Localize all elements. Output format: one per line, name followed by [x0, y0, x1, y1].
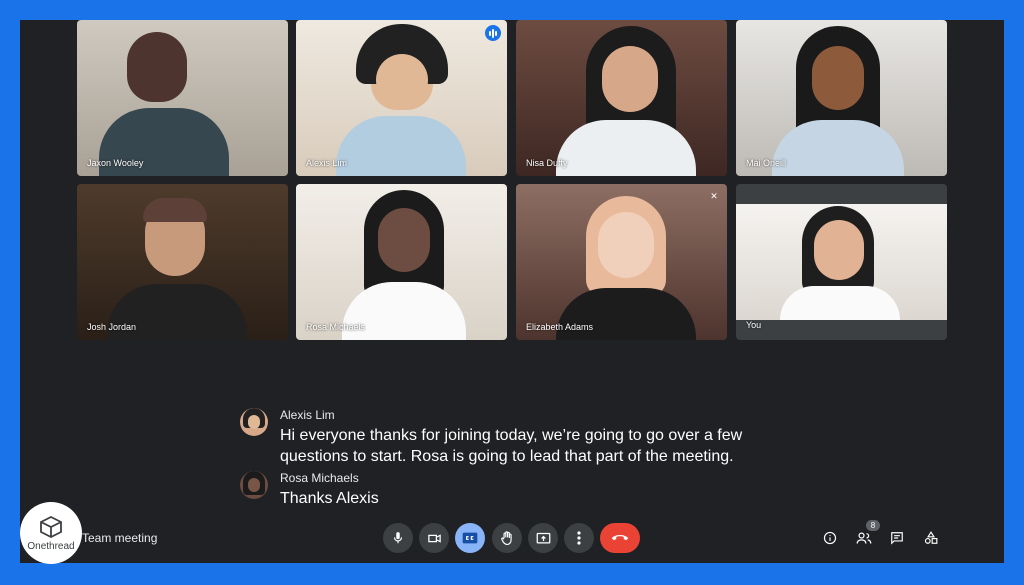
caption-speaker: Alexis Lim [280, 408, 335, 422]
end-call-icon [611, 535, 629, 541]
caption-speaker: Rosa Michaels [280, 471, 359, 485]
caption-content: Rosa Michaels Thanks Alexis [280, 471, 800, 509]
video-tile-self[interactable]: You [736, 184, 947, 340]
people-icon [856, 532, 872, 544]
meeting-title: Team meeting [82, 531, 158, 545]
captions-button[interactable] [455, 523, 485, 553]
caption-entry: Rosa Michaels Thanks Alexis [240, 471, 800, 509]
participant-name: Mai Oneill [746, 158, 787, 168]
participant-name: You [746, 320, 762, 330]
video-tile[interactable]: Rosa Michaels [296, 184, 507, 340]
caption-text: Thanks Alexis [280, 490, 379, 507]
microphone-button[interactable] [383, 523, 413, 553]
participant-name: Jaxon Wooley [87, 158, 144, 168]
chat-icon [891, 532, 903, 545]
caption-text: Hi everyone thanks for joining today, we… [280, 427, 743, 465]
video-tile[interactable]: ✕ Elizabeth Adams [516, 184, 727, 340]
avatar [240, 471, 268, 499]
participant-name: Josh Jordan [87, 322, 137, 332]
participant-face [814, 220, 864, 280]
camera-icon [427, 533, 441, 543]
speaking-indicator-icon [485, 25, 501, 41]
video-tile[interactable]: Jaxon Wooley [77, 20, 288, 176]
present-screen-button[interactable] [528, 523, 558, 553]
participant-hair [143, 198, 207, 222]
caption-entry: Alexis Lim Hi everyone thanks for joinin… [240, 408, 800, 467]
meeting-details-button[interactable] [819, 527, 841, 549]
raise-hand-button[interactable] [492, 523, 522, 553]
participant-face [378, 208, 430, 272]
meeting-screen: Jaxon Wooley Alexis Lim Nisa Duffy Mai O… [20, 20, 1004, 563]
closed-captions-icon [462, 532, 478, 544]
camera-button[interactable] [419, 523, 449, 553]
participant-face [598, 212, 654, 278]
participant-face [602, 46, 658, 112]
activities-icon [924, 531, 938, 544]
participant-name: Rosa Michaels [306, 322, 366, 332]
logo-cube-icon [40, 515, 62, 538]
people-count-badge: 8 [866, 520, 880, 531]
video-tile[interactable]: Josh Jordan [77, 184, 288, 340]
caption-content: Alexis Lim Hi everyone thanks for joinin… [280, 408, 800, 467]
avatar [240, 408, 268, 436]
chat-button[interactable] [886, 527, 908, 549]
participant-face [812, 46, 864, 110]
participant-body [556, 120, 696, 176]
microphone-icon [393, 532, 403, 544]
logo-text: Onethread [27, 540, 75, 552]
video-tile[interactable]: Mai Oneill [736, 20, 947, 176]
video-tile[interactable]: Alexis Lim [296, 20, 507, 176]
info-icon [823, 531, 837, 545]
leave-call-button[interactable] [600, 523, 640, 553]
more-options-button[interactable] [564, 523, 594, 553]
onethread-logo: Onethread [20, 502, 82, 564]
hand-icon [501, 531, 512, 546]
participant-name: Nisa Duffy [526, 158, 568, 168]
participant-name: Alexis Lim [306, 158, 348, 168]
mic-off-icon: ✕ [710, 190, 718, 201]
participant-body [780, 286, 900, 320]
activities-button[interactable] [920, 527, 942, 549]
participant-face [376, 54, 428, 106]
participant-head [127, 32, 187, 102]
participant-name: Elizabeth Adams [526, 322, 594, 332]
video-tile[interactable]: Nisa Duffy [516, 20, 727, 176]
more-vert-icon [577, 531, 581, 545]
present-icon [536, 532, 550, 543]
